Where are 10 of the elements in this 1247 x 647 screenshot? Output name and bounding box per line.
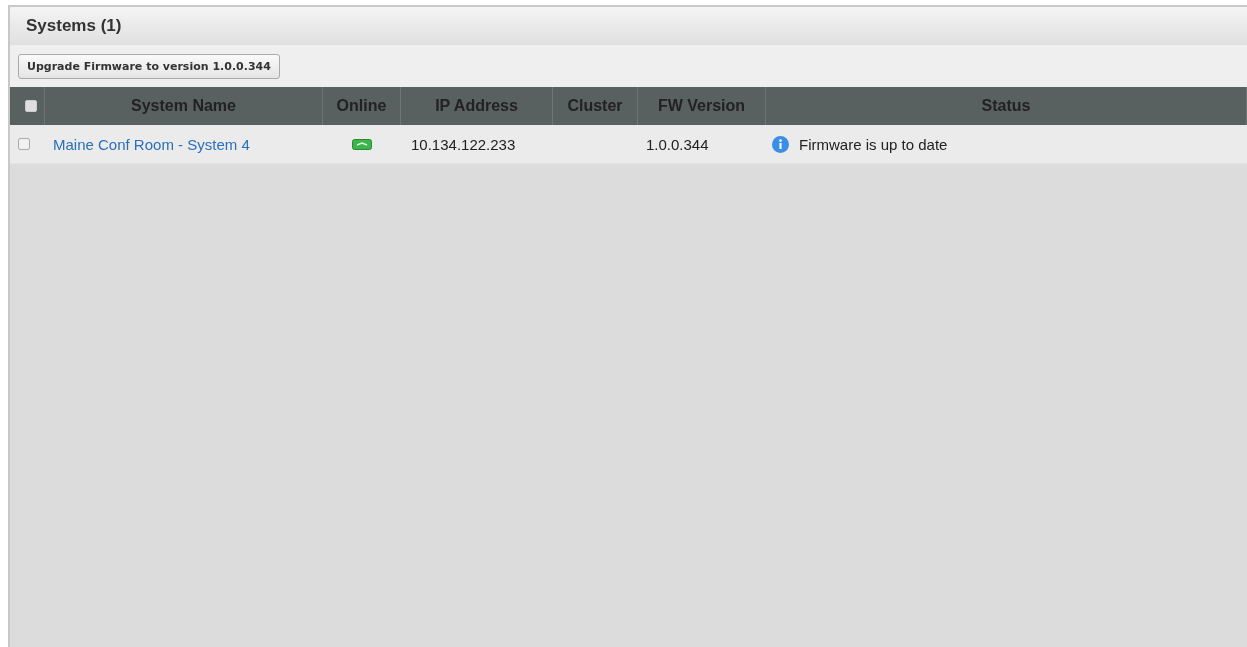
select-all-checkbox[interactable] bbox=[25, 100, 37, 112]
upgrade-firmware-button[interactable]: Upgrade Firmware to version 1.0.0.344 bbox=[18, 54, 280, 79]
info-icon bbox=[772, 135, 789, 153]
ip-address: 10.134.122.233 bbox=[411, 135, 516, 153]
status-text: Firmware is up to date bbox=[799, 135, 948, 153]
row-checkbox[interactable] bbox=[18, 138, 30, 150]
system-name-link[interactable]: Maine Conf Room - System 4 bbox=[53, 135, 250, 153]
panel-title: Systems (1) bbox=[26, 16, 122, 36]
table-row[interactable]: Maine Conf Room - System 4 10.134.122.233 1.0.0.344 Firmware is up to date bbox=[10, 125, 1247, 164]
firmware-version: 1.0.0.344 bbox=[646, 135, 709, 153]
